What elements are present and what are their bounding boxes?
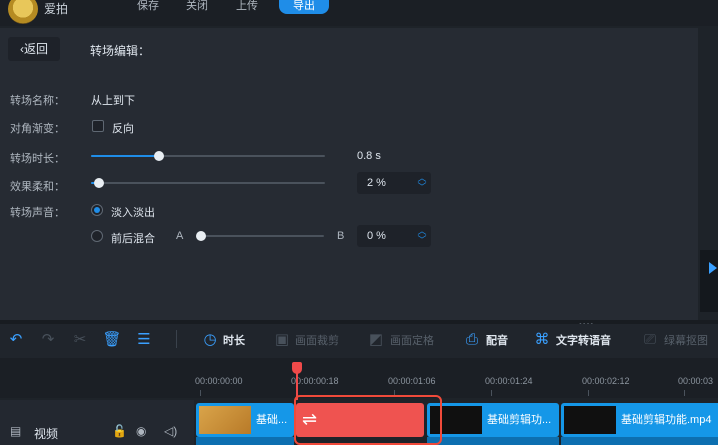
transition-name-label: 转场名称： [10, 95, 65, 107]
duration-label: 转场时长： [10, 153, 65, 165]
fade-radio[interactable] [91, 204, 103, 216]
softness-value: 2 % [367, 177, 386, 189]
crop-button[interactable]: 画面裁剪 [295, 332, 339, 350]
spin-down-icon[interactable]: ﹀ [417, 236, 427, 245]
ruler-tick [200, 390, 201, 396]
video-clip[interactable]: 基础... [196, 403, 294, 437]
video-clip[interactable]: 基础剪辑功... [427, 403, 559, 437]
reverse-checkbox[interactable] [92, 120, 104, 132]
clip-thumbnail [564, 406, 616, 434]
softness-label: 效果柔和： [10, 181, 65, 193]
menu-upload[interactable]: 上传 [236, 0, 258, 16]
panel-title: 转场编辑： [90, 44, 151, 58]
menu-close[interactable]: 关闭 [186, 0, 208, 16]
undo-icon[interactable]: ↶ [6, 330, 26, 350]
mix-slider-thumb[interactable] [196, 231, 206, 241]
ruler-tick [491, 390, 492, 396]
clip-audio-strip [561, 437, 718, 445]
eye-icon[interactable]: ◉ [136, 424, 146, 438]
greenscreen-icon[interactable]: ⎚ [640, 330, 660, 350]
app-name: 爱拍 [44, 2, 69, 16]
settings-list-icon[interactable]: ☰ [134, 330, 154, 350]
trash-icon[interactable]: 🗑 [102, 330, 122, 350]
menu-export[interactable]: 导出 [279, 0, 329, 14]
mix-slider-track[interactable] [198, 235, 324, 237]
duration-value: 0.8 s [357, 150, 381, 162]
ruler-tick-label: 00:00:01:06 [388, 376, 436, 386]
ruler-tick-label: 00:00:00:00 [195, 376, 243, 386]
video-track-header [0, 400, 194, 445]
duration-button[interactable]: 时长 [223, 332, 245, 350]
film-icon: ▤ [10, 424, 22, 438]
mix-b-label: B [337, 230, 345, 242]
clip-name: 基础剪辑功能.mp4 [621, 414, 712, 426]
preview-edge [700, 250, 718, 312]
softness-slider-thumb[interactable] [94, 178, 104, 188]
mix-spinbox[interactable]: 0 % ︿ ﹀ [357, 225, 431, 247]
freeze-button[interactable]: 画面定格 [390, 332, 434, 350]
softness-slider-track[interactable] [91, 182, 325, 184]
menu-save[interactable]: 保存 [137, 0, 159, 16]
clip-audio-strip [196, 437, 294, 445]
scissors-icon[interactable]: ✂ [70, 330, 90, 350]
ruler-tick-label: 00:00:02:12 [582, 376, 630, 386]
clock-icon[interactable]: ◷ [200, 330, 220, 350]
softness-spinbox[interactable]: 2 % ︿ ﹀ [357, 172, 431, 194]
back-button[interactable]: ‹返回 [8, 37, 60, 61]
clip-name: 基础剪辑功... [487, 414, 552, 426]
selection-highlight [294, 395, 442, 445]
video-track-name: 视频 [34, 427, 59, 441]
crop-icon[interactable]: ▣ [272, 330, 292, 350]
play-icon[interactable] [709, 262, 717, 274]
mix-label: 前后混合 [111, 233, 155, 245]
ruler-tick-label: 00:00:00:18 [291, 376, 339, 386]
reverse-label: 反向 [112, 123, 134, 135]
microphone-icon[interactable]: ⎙ [462, 330, 482, 350]
greenscreen-button[interactable]: 绿幕抠图 [664, 332, 708, 350]
toolbar-separator [176, 330, 177, 348]
text-to-speech-icon[interactable]: ⌘ [532, 330, 552, 350]
top-bar [0, 0, 718, 26]
lock-icon[interactable]: 🔓 [112, 424, 127, 438]
clip-name: 基础... [256, 414, 288, 426]
clip-thumbnail [199, 406, 251, 434]
sound-label: 转场声音： [10, 207, 65, 219]
ruler-tick [588, 390, 589, 396]
duration-slider-fill [91, 155, 159, 157]
tts-button[interactable]: 文字转语音 [556, 332, 611, 350]
ruler-tick [684, 390, 685, 396]
diagonal-label: 对角渐变： [10, 123, 65, 135]
transition-name-value: 从上到下 [91, 95, 135, 107]
spin-down-icon[interactable]: ﹀ [417, 183, 427, 192]
transition-edit-panel [0, 28, 698, 320]
clip-audio-strip [427, 437, 559, 445]
ruler-tick-label: 00:00:01:24 [485, 376, 533, 386]
volume-icon[interactable]: ◁) [164, 424, 177, 438]
mix-radio[interactable] [91, 230, 103, 242]
mix-a-label: A [176, 230, 184, 242]
redo-icon[interactable]: ↷ [38, 330, 58, 350]
fade-label: 淡入淡出 [111, 207, 155, 219]
duration-slider-thumb[interactable] [154, 151, 164, 161]
dub-button[interactable]: 配音 [486, 332, 508, 350]
mix-value: 0 % [367, 230, 386, 242]
ruler-tick-label: 00:00:03 [678, 376, 714, 386]
freeze-icon[interactable]: ◩ [366, 330, 386, 350]
video-clip[interactable]: 基础剪辑功能.mp4 [561, 403, 718, 437]
